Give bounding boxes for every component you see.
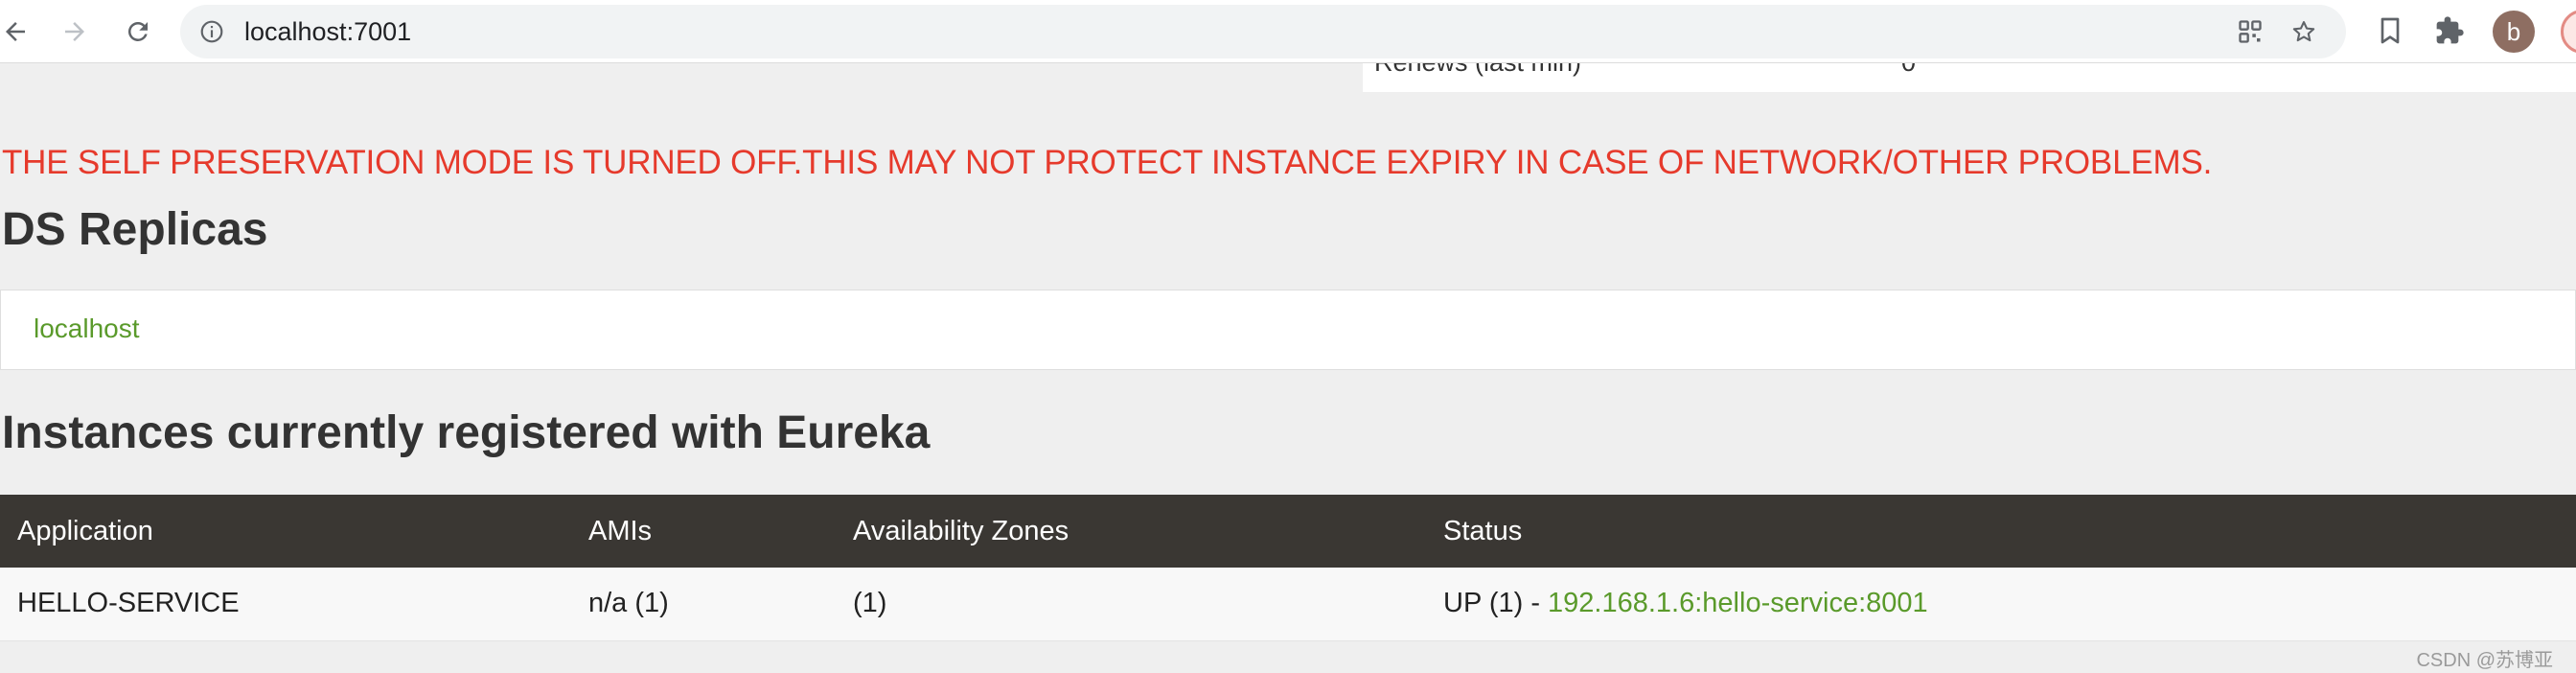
watermark: CSDN @苏博亚 <box>2416 650 2553 671</box>
general-info-table-fragment: Renews (last min) 0 <box>1363 63 2576 92</box>
ds-replicas-heading: DS Replicas <box>2 204 268 255</box>
self-preservation-warning: THE SELF PRESERVATION MODE IS TURNED OFF… <box>2 144 2213 181</box>
replicas-list: localhost <box>0 290 2576 370</box>
reload-button[interactable] <box>119 12 157 51</box>
profile-avatar[interactable]: b <box>2493 11 2535 53</box>
arrow-left-icon <box>6 22 25 41</box>
instances-heading: Instances currently registered with Eure… <box>2 407 931 458</box>
status-text: UP (1) - <box>1443 588 1549 619</box>
stat-value: 0 <box>1901 63 1916 78</box>
cell-status: UP (1) - 192.168.1.6:hello-service:8001 <box>1426 568 2576 641</box>
info-circle-icon[interactable] <box>199 19 224 44</box>
column-header-status: Status <box>1426 495 2576 568</box>
instances-table: Application AMIs Availability Zones Stat… <box>0 495 2576 641</box>
stat-label: Renews (last min) <box>1374 63 1581 78</box>
browser-toolbar: localhost:7001 b <box>0 0 2576 63</box>
bookmark-icon[interactable] <box>2375 15 2405 46</box>
puzzle-icon[interactable] <box>2434 15 2465 46</box>
column-header-availability-zones: Availability Zones <box>836 495 1426 568</box>
replica-link[interactable]: localhost <box>34 313 140 344</box>
cell-zones: (1) <box>836 568 1426 641</box>
reload-icon <box>127 21 148 41</box>
arrow-right-icon <box>65 22 84 41</box>
address-bar[interactable]: localhost:7001 <box>180 5 2346 58</box>
qr-grid-icon[interactable] <box>2237 18 2264 45</box>
table-header-row: Application AMIs Availability Zones Stat… <box>0 495 2576 568</box>
update-button[interactable] <box>2561 10 2576 54</box>
table-row: HELLO-SERVICE n/a (1) (1) UP (1) - 192.1… <box>0 568 2576 641</box>
instance-status-link[interactable]: 192.168.1.6:hello-service:8001 <box>1548 588 1928 618</box>
column-header-amis: AMIs <box>571 495 836 568</box>
cell-application: HELLO-SERVICE <box>0 568 571 641</box>
url-text[interactable]: localhost:7001 <box>244 18 411 45</box>
column-header-application: Application <box>0 495 571 568</box>
back-button[interactable] <box>0 12 34 51</box>
forward-button[interactable] <box>56 12 94 51</box>
star-icon[interactable] <box>2290 18 2317 45</box>
cell-amis: n/a (1) <box>571 568 836 641</box>
